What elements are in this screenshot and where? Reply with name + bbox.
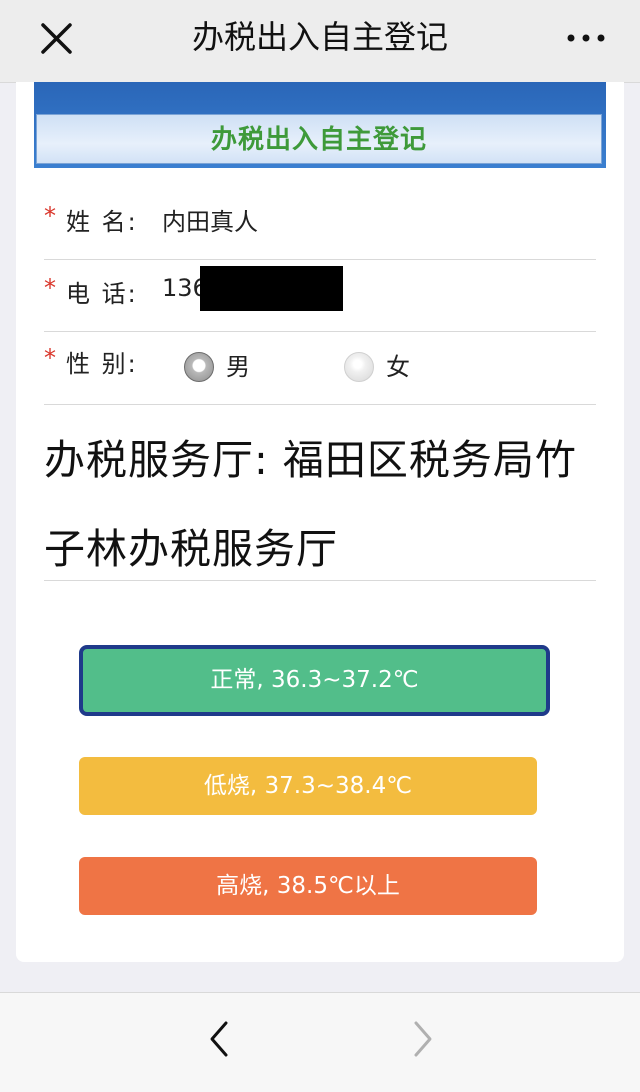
required-mark: * (44, 344, 56, 372)
more-icon[interactable] (566, 28, 606, 48)
temp-high-fever-button[interactable]: 高烧, 38.5℃以上 (79, 857, 537, 915)
radio-unchecked-icon (344, 352, 374, 382)
gender-row: * 性 别: 男 女 (44, 332, 596, 405)
name-label: 姓 名: (66, 208, 138, 236)
banner-image: 办税出入自主登记 (34, 82, 606, 168)
close-icon[interactable] (36, 18, 78, 60)
radio-label: 男 (226, 353, 250, 381)
tax-hall-text: 办税服务厅: 福田区税务局竹子林办税服务厅 (44, 436, 577, 573)
gender-label: 性 别: (66, 350, 138, 378)
required-mark: * (44, 274, 56, 302)
phone-row: * 电 话: 136 (44, 260, 596, 332)
name-value[interactable]: 内田真人 (162, 202, 258, 237)
radio-checked-icon (184, 352, 214, 382)
name-row: * 姓 名: 内田真人 (44, 186, 596, 260)
radio-label: 女 (386, 353, 410, 381)
temp-low-fever-button[interactable]: 低烧, 37.3~38.4℃ (79, 757, 537, 815)
chevron-left-icon[interactable] (200, 1019, 240, 1059)
banner-subtitle-box: 办税出入自主登记 (36, 114, 602, 164)
banner-subtitle: 办税出入自主登记 (210, 125, 427, 155)
bottom-toolbar (0, 992, 640, 1092)
nav-bar: 办税出入自主登记 (0, 0, 640, 83)
phone-label: 电 话: (66, 280, 138, 308)
required-mark: * (44, 202, 56, 230)
tax-hall-row: 办税服务厅: 福田区税务局竹子林办税服务厅 (44, 415, 596, 581)
redaction-block (200, 266, 343, 311)
temp-normal-button[interactable]: 正常, 36.3~37.2℃ (79, 645, 550, 716)
form-card: 办税出入自主登记 * 姓 名: 内田真人 * 电 话: 136 * 性 别: 男… (16, 82, 624, 962)
banner-header-graphic (34, 82, 606, 108)
page-title: 办税出入自主登记 (191, 18, 448, 56)
chevron-right-icon[interactable] (402, 1019, 442, 1059)
